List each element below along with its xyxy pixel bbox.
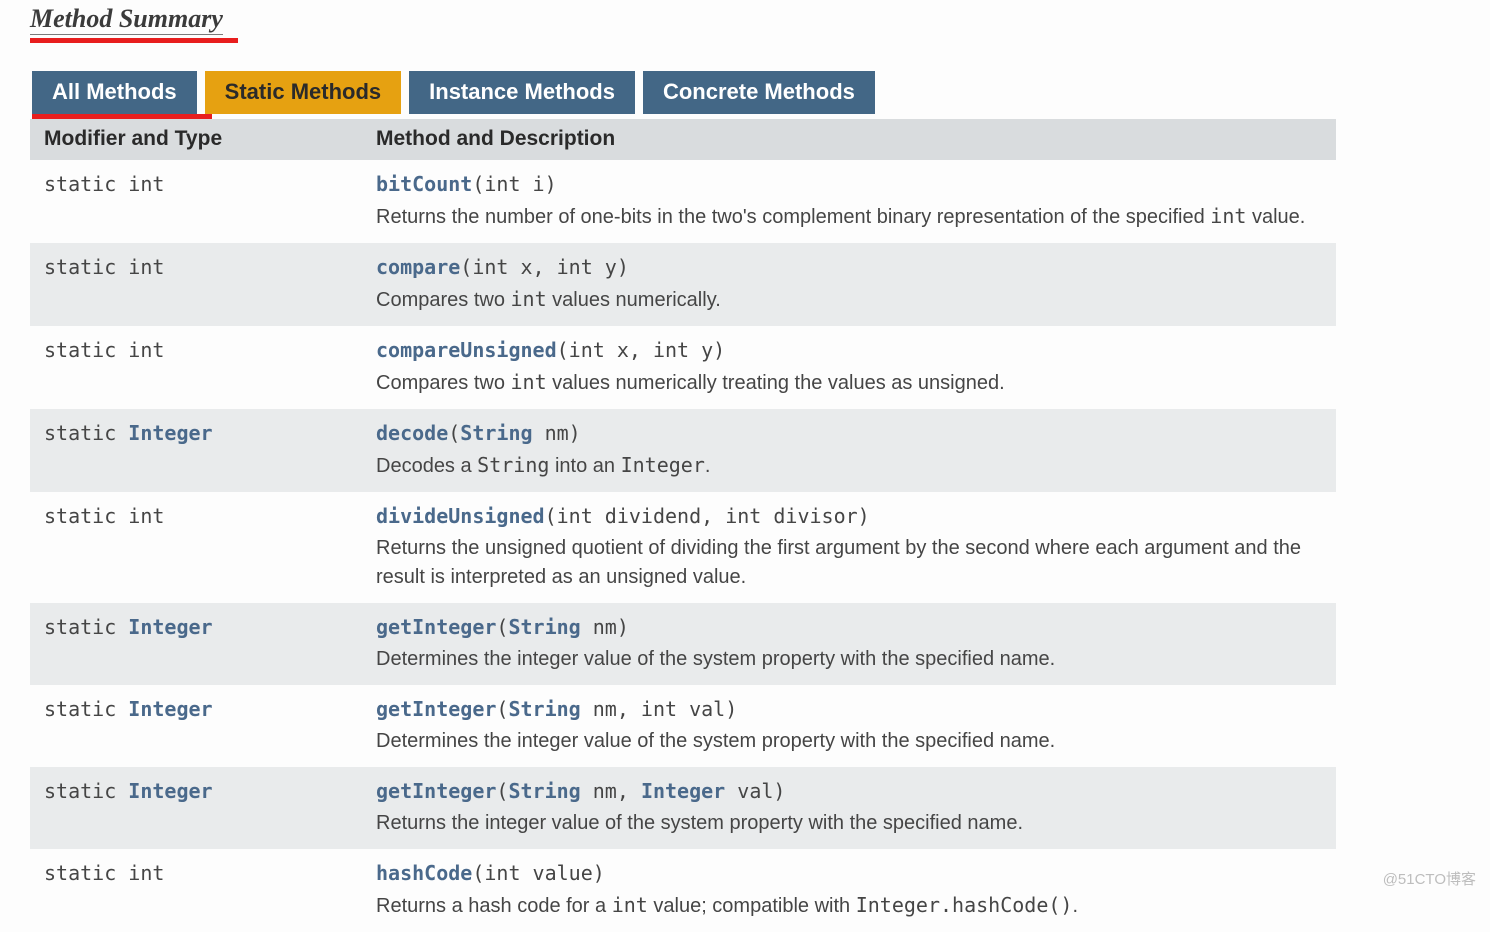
table-row: static int compare(int x, int y) Compares … bbox=[30, 243, 1336, 326]
method-params: (int value) bbox=[472, 861, 604, 885]
method-cell: divideUnsigned(int dividend, int divisor… bbox=[362, 492, 1336, 603]
type-link[interactable]: Integer bbox=[128, 697, 212, 721]
type-link[interactable]: Integer bbox=[128, 421, 212, 445]
table-row: static Integerdecode(String nm)Decodes a… bbox=[30, 409, 1336, 492]
method-tabs: All MethodsStatic MethodsInstance Method… bbox=[32, 71, 1470, 114]
tab-all-methods[interactable]: All Methods bbox=[32, 71, 197, 114]
param-text: val) bbox=[725, 779, 785, 803]
method-description: Returns the number of one-bits in the tw… bbox=[376, 202, 1322, 232]
table-row: static int bitCount(int i) Returns the num… bbox=[30, 160, 1336, 243]
method-link[interactable]: getInteger bbox=[376, 615, 496, 639]
param-text: nm, int val) bbox=[581, 697, 738, 721]
method-cell: getInteger(String nm, Integer val)Return… bbox=[362, 767, 1336, 849]
method-link[interactable]: decode bbox=[376, 421, 448, 445]
table-row: static int hashCode(int value) Returns a h… bbox=[30, 849, 1336, 932]
method-params: (int x, int y) bbox=[460, 255, 629, 279]
tab-concrete-methods[interactable]: Concrete Methods bbox=[643, 71, 875, 114]
table-row: static intdivideUnsigned(int dividend, i… bbox=[30, 492, 1336, 603]
method-description: Compares two int values numerically. bbox=[376, 285, 1322, 315]
type-link[interactable]: String bbox=[508, 779, 580, 803]
section-title-underline bbox=[30, 38, 238, 43]
method-cell: bitCount(int i) Returns the number of one… bbox=[362, 160, 1336, 243]
method-description: Determines the integer value of the syst… bbox=[376, 727, 1322, 756]
method-description: Returns the integer value of the system … bbox=[376, 809, 1322, 838]
method-link[interactable]: hashCode bbox=[376, 861, 472, 885]
method-link[interactable]: getInteger bbox=[376, 779, 496, 803]
type-link[interactable]: String bbox=[508, 697, 580, 721]
modifier-cell: static int bbox=[30, 849, 362, 932]
section-title: Method Summary bbox=[30, 0, 223, 35]
method-params: (int i) bbox=[472, 172, 556, 196]
method-link[interactable]: getInteger bbox=[376, 697, 496, 721]
modifier-cell: static int bbox=[30, 326, 362, 409]
type-link[interactable]: String bbox=[460, 421, 532, 445]
modifier-cell: static Integer bbox=[30, 409, 362, 492]
modifier-cell: static int bbox=[30, 492, 362, 603]
tab-static-methods[interactable]: Static Methods bbox=[205, 71, 401, 114]
column-header-modifier: Modifier and Type bbox=[30, 119, 362, 160]
table-row: static IntegergetInteger(String nm, int … bbox=[30, 685, 1336, 767]
column-header-method: Method and Description bbox=[362, 119, 1336, 160]
type-link[interactable]: Integer bbox=[128, 615, 212, 639]
tab-instance-methods[interactable]: Instance Methods bbox=[409, 71, 635, 114]
method-summary-table: Modifier and Type Method and Description… bbox=[30, 119, 1336, 932]
table-row: static IntegergetInteger(String nm, Inte… bbox=[30, 767, 1336, 849]
method-params: (int dividend, int divisor) bbox=[545, 504, 870, 528]
modifier-cell: static Integer bbox=[30, 767, 362, 849]
type-link[interactable]: Integer bbox=[641, 779, 725, 803]
method-link[interactable]: bitCount bbox=[376, 172, 472, 196]
param-text: nm) bbox=[533, 421, 581, 445]
param-text: nm, bbox=[581, 779, 641, 803]
method-cell: decode(String nm)Decodes a String into a… bbox=[362, 409, 1336, 492]
modifier-cell: static Integer bbox=[30, 603, 362, 685]
type-keyword: int bbox=[128, 338, 164, 362]
method-cell: compare(int x, int y) Compares two int va… bbox=[362, 243, 1336, 326]
method-description: Returns the unsigned quotient of dividin… bbox=[376, 534, 1322, 592]
watermark: @51CTO博客 bbox=[1383, 868, 1476, 889]
modifier-cell: static Integer bbox=[30, 685, 362, 767]
modifier-cell: static int bbox=[30, 160, 362, 243]
method-cell: compareUnsigned(int x, int y) Compares tw… bbox=[362, 326, 1336, 409]
method-cell: getInteger(String nm, int val)Determines… bbox=[362, 685, 1336, 767]
method-description: Returns a hash code for a int value; com… bbox=[376, 891, 1322, 921]
method-link[interactable]: divideUnsigned bbox=[376, 504, 545, 528]
method-description: Determines the integer value of the syst… bbox=[376, 645, 1322, 674]
method-cell: getInteger(String nm)Determines the inte… bbox=[362, 603, 1336, 685]
method-link[interactable]: compare bbox=[376, 255, 460, 279]
type-keyword: int bbox=[128, 504, 164, 528]
method-description: Decodes a String into an Integer. bbox=[376, 451, 1322, 481]
modifier-cell: static int bbox=[30, 243, 362, 326]
table-row: static int compareUnsigned(int x, int y) C… bbox=[30, 326, 1336, 409]
param-text: nm) bbox=[581, 615, 629, 639]
method-link[interactable]: compareUnsigned bbox=[376, 338, 557, 362]
type-keyword: int bbox=[128, 861, 164, 885]
method-description: Compares two int values numerically trea… bbox=[376, 368, 1322, 398]
table-row: static IntegergetInteger(String nm)Deter… bbox=[30, 603, 1336, 685]
type-link[interactable]: Integer bbox=[128, 779, 212, 803]
method-params: (int x, int y) bbox=[557, 338, 726, 362]
method-cell: hashCode(int value) Returns a hash code f… bbox=[362, 849, 1336, 932]
type-keyword: int bbox=[128, 172, 164, 196]
type-keyword: int bbox=[128, 255, 164, 279]
type-link[interactable]: String bbox=[508, 615, 580, 639]
